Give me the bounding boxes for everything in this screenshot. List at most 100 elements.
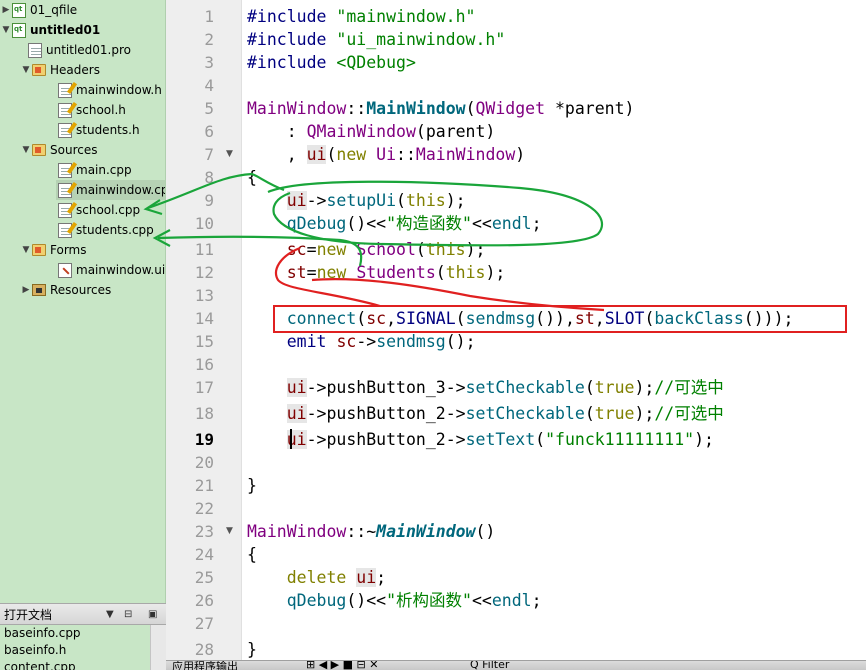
output-controls[interactable]: ⊞ ◀ ▶ ■ ⊟ ✕ (306, 661, 378, 670)
header-file-icon (58, 102, 72, 118)
line-number: 28 (194, 640, 214, 659)
code-line-9: ui->setupUi(this); (286, 191, 466, 210)
open-documents-list[interactable]: baseinfo.cpp baseinfo.h content.cpp (0, 625, 150, 670)
tree-item-school-h[interactable]: school.h (58, 100, 126, 120)
line-number: 7 (204, 145, 214, 164)
fold-toggle-icon[interactable]: ▼ (226, 520, 233, 543)
tree-item-label: students.h (76, 123, 140, 137)
text-caret (290, 429, 292, 449)
code-line-11: sc=new School(this); (286, 240, 486, 259)
tree-item-headers[interactable]: ▼ Headers (20, 60, 100, 80)
code-line-10: qDebug()<<"构造函数"<<endl; (286, 214, 542, 233)
code-line-8: { (247, 168, 257, 187)
tree-item-label: 01_qfile (30, 3, 78, 17)
tree-item-label: untitled01 (30, 23, 101, 37)
tree-item-label: main.cpp (76, 163, 132, 177)
line-number: 10 (194, 214, 214, 233)
code-line-18: ui->pushButton_2->setCheckable(true);//可… (286, 404, 724, 423)
tree-item-label: Sources (50, 143, 98, 157)
cpp-file-icon (58, 182, 72, 198)
expand-arrow-icon[interactable]: ▶ (20, 285, 32, 295)
line-number: 22 (194, 499, 214, 518)
code-line-26: qDebug()<<"析构函数"<<endl; (286, 591, 542, 610)
code-line-5: MainWindow::MainWindow(QWidget *parent) (247, 99, 635, 118)
tree-item-01-qfile[interactable]: ▶ 01_qfile (0, 0, 77, 20)
line-number: 6 (204, 122, 214, 141)
header-file-icon (58, 122, 72, 138)
line-number: 4 (204, 76, 214, 95)
tree-item-resources[interactable]: ▶ Resources (20, 280, 112, 300)
code-line-19: ui->pushButton_2->setText("funck11111111… (286, 430, 714, 449)
panel-menu-icon[interactable]: ▼ (106, 609, 114, 620)
tree-item-mainwindow-ui[interactable]: mainwindow.ui (58, 260, 165, 280)
resources-icon (32, 284, 46, 296)
open-documents-header: 打开文档 ▼ ⊟ ▣ (0, 603, 166, 625)
line-number: 18 (194, 404, 214, 423)
line-number: 19 (194, 430, 214, 449)
output-filter-input[interactable]: Q Filter (470, 661, 509, 670)
open-doc-item[interactable]: content.cpp (0, 659, 150, 670)
header-file-icon (58, 82, 72, 98)
tree-item-students-h[interactable]: students.h (58, 120, 140, 140)
collapse-arrow-icon[interactable]: ▼ (0, 25, 12, 35)
code-line-15: emit sc->sendmsg(); (286, 332, 476, 351)
tree-item-main-cpp[interactable]: main.cpp (58, 160, 132, 180)
code-line-28: } (247, 640, 257, 659)
line-number: 15 (194, 332, 214, 351)
code-line-3: #include <QDebug> (247, 53, 416, 72)
collapse-arrow-icon[interactable]: ▼ (20, 245, 32, 255)
tree-item-label: mainwindow.ui (76, 263, 166, 277)
tree-item-mainwindow-cpp[interactable]: mainwindow.cpp (56, 180, 165, 200)
open-doc-item[interactable]: baseinfo.cpp (0, 625, 150, 642)
cpp-file-icon (58, 222, 72, 238)
tree-item-forms[interactable]: ▼ Forms (20, 240, 87, 260)
line-number: 11 (194, 240, 214, 259)
line-number: 26 (194, 591, 214, 610)
fold-toggle-icon[interactable]: ▼ (226, 143, 233, 166)
line-number: 5 (204, 99, 214, 118)
code-line-6: : QMainWindow(parent) (247, 122, 496, 141)
line-number: 21 (194, 476, 214, 495)
code-line-17: ui->pushButton_3->setCheckable(true);//可… (286, 378, 724, 397)
line-number: 24 (194, 545, 214, 564)
tree-item-untitled01-pro[interactable]: untitled01.pro (28, 40, 131, 60)
tree-item-untitled01[interactable]: ▼ untitled01 (0, 20, 100, 40)
sources-folder-icon (32, 144, 46, 156)
code-line-23: MainWindow::~MainWindow() (247, 522, 496, 541)
line-number: 3 (204, 53, 214, 72)
tree-item-students-cpp[interactable]: students.cpp (58, 220, 154, 240)
tree-item-mainwindow-h[interactable]: mainwindow.h (58, 80, 162, 100)
collapse-arrow-icon[interactable]: ▼ (20, 65, 32, 75)
line-number: 9 (204, 191, 214, 210)
output-pane-toolbar: 应用程序输出 ⊞ ◀ ▶ ■ ⊟ ✕ Q Filter (166, 660, 866, 670)
open-doc-item[interactable]: baseinfo.h (0, 642, 150, 659)
tree-item-label: mainwindow.cpp (76, 183, 165, 197)
line-number: 23 (194, 522, 214, 541)
collapse-arrow-icon[interactable]: ▼ (20, 145, 32, 155)
line-number: 20 (194, 453, 214, 472)
fold-margin (222, 0, 242, 660)
open-documents-scrollbar[interactable] (150, 625, 166, 670)
headers-folder-icon (32, 64, 46, 76)
split-panel-icon[interactable]: ⊟ (124, 609, 132, 620)
code-line-12: st=new Students(this); (286, 263, 506, 282)
line-number: 14 (194, 309, 214, 328)
close-panel-icon[interactable]: ▣ (148, 609, 157, 620)
project-tree[interactable]: ▶ 01_qfile ▼ untitled01 untitled01.pro ▼… (0, 0, 166, 603)
forms-folder-icon (32, 244, 46, 256)
tree-item-label: untitled01.pro (46, 43, 132, 57)
code-line-1: #include "mainwindow.h" (247, 7, 476, 26)
output-tab-label[interactable]: 应用程序输出 (172, 661, 238, 670)
ui-file-icon (58, 262, 72, 278)
qt-project-icon (12, 2, 26, 18)
line-number: 8 (204, 168, 214, 187)
tree-item-school-cpp[interactable]: school.cpp (58, 200, 140, 220)
code-line-21: } (247, 476, 257, 495)
line-number: 25 (194, 568, 214, 587)
tree-item-sources[interactable]: ▼ Sources (20, 140, 98, 160)
line-number: 12 (194, 263, 214, 282)
expand-arrow-icon[interactable]: ▶ (0, 5, 12, 15)
line-number: 27 (194, 614, 214, 633)
code-line-25: delete ui; (286, 568, 387, 587)
cpp-file-icon (58, 202, 72, 218)
